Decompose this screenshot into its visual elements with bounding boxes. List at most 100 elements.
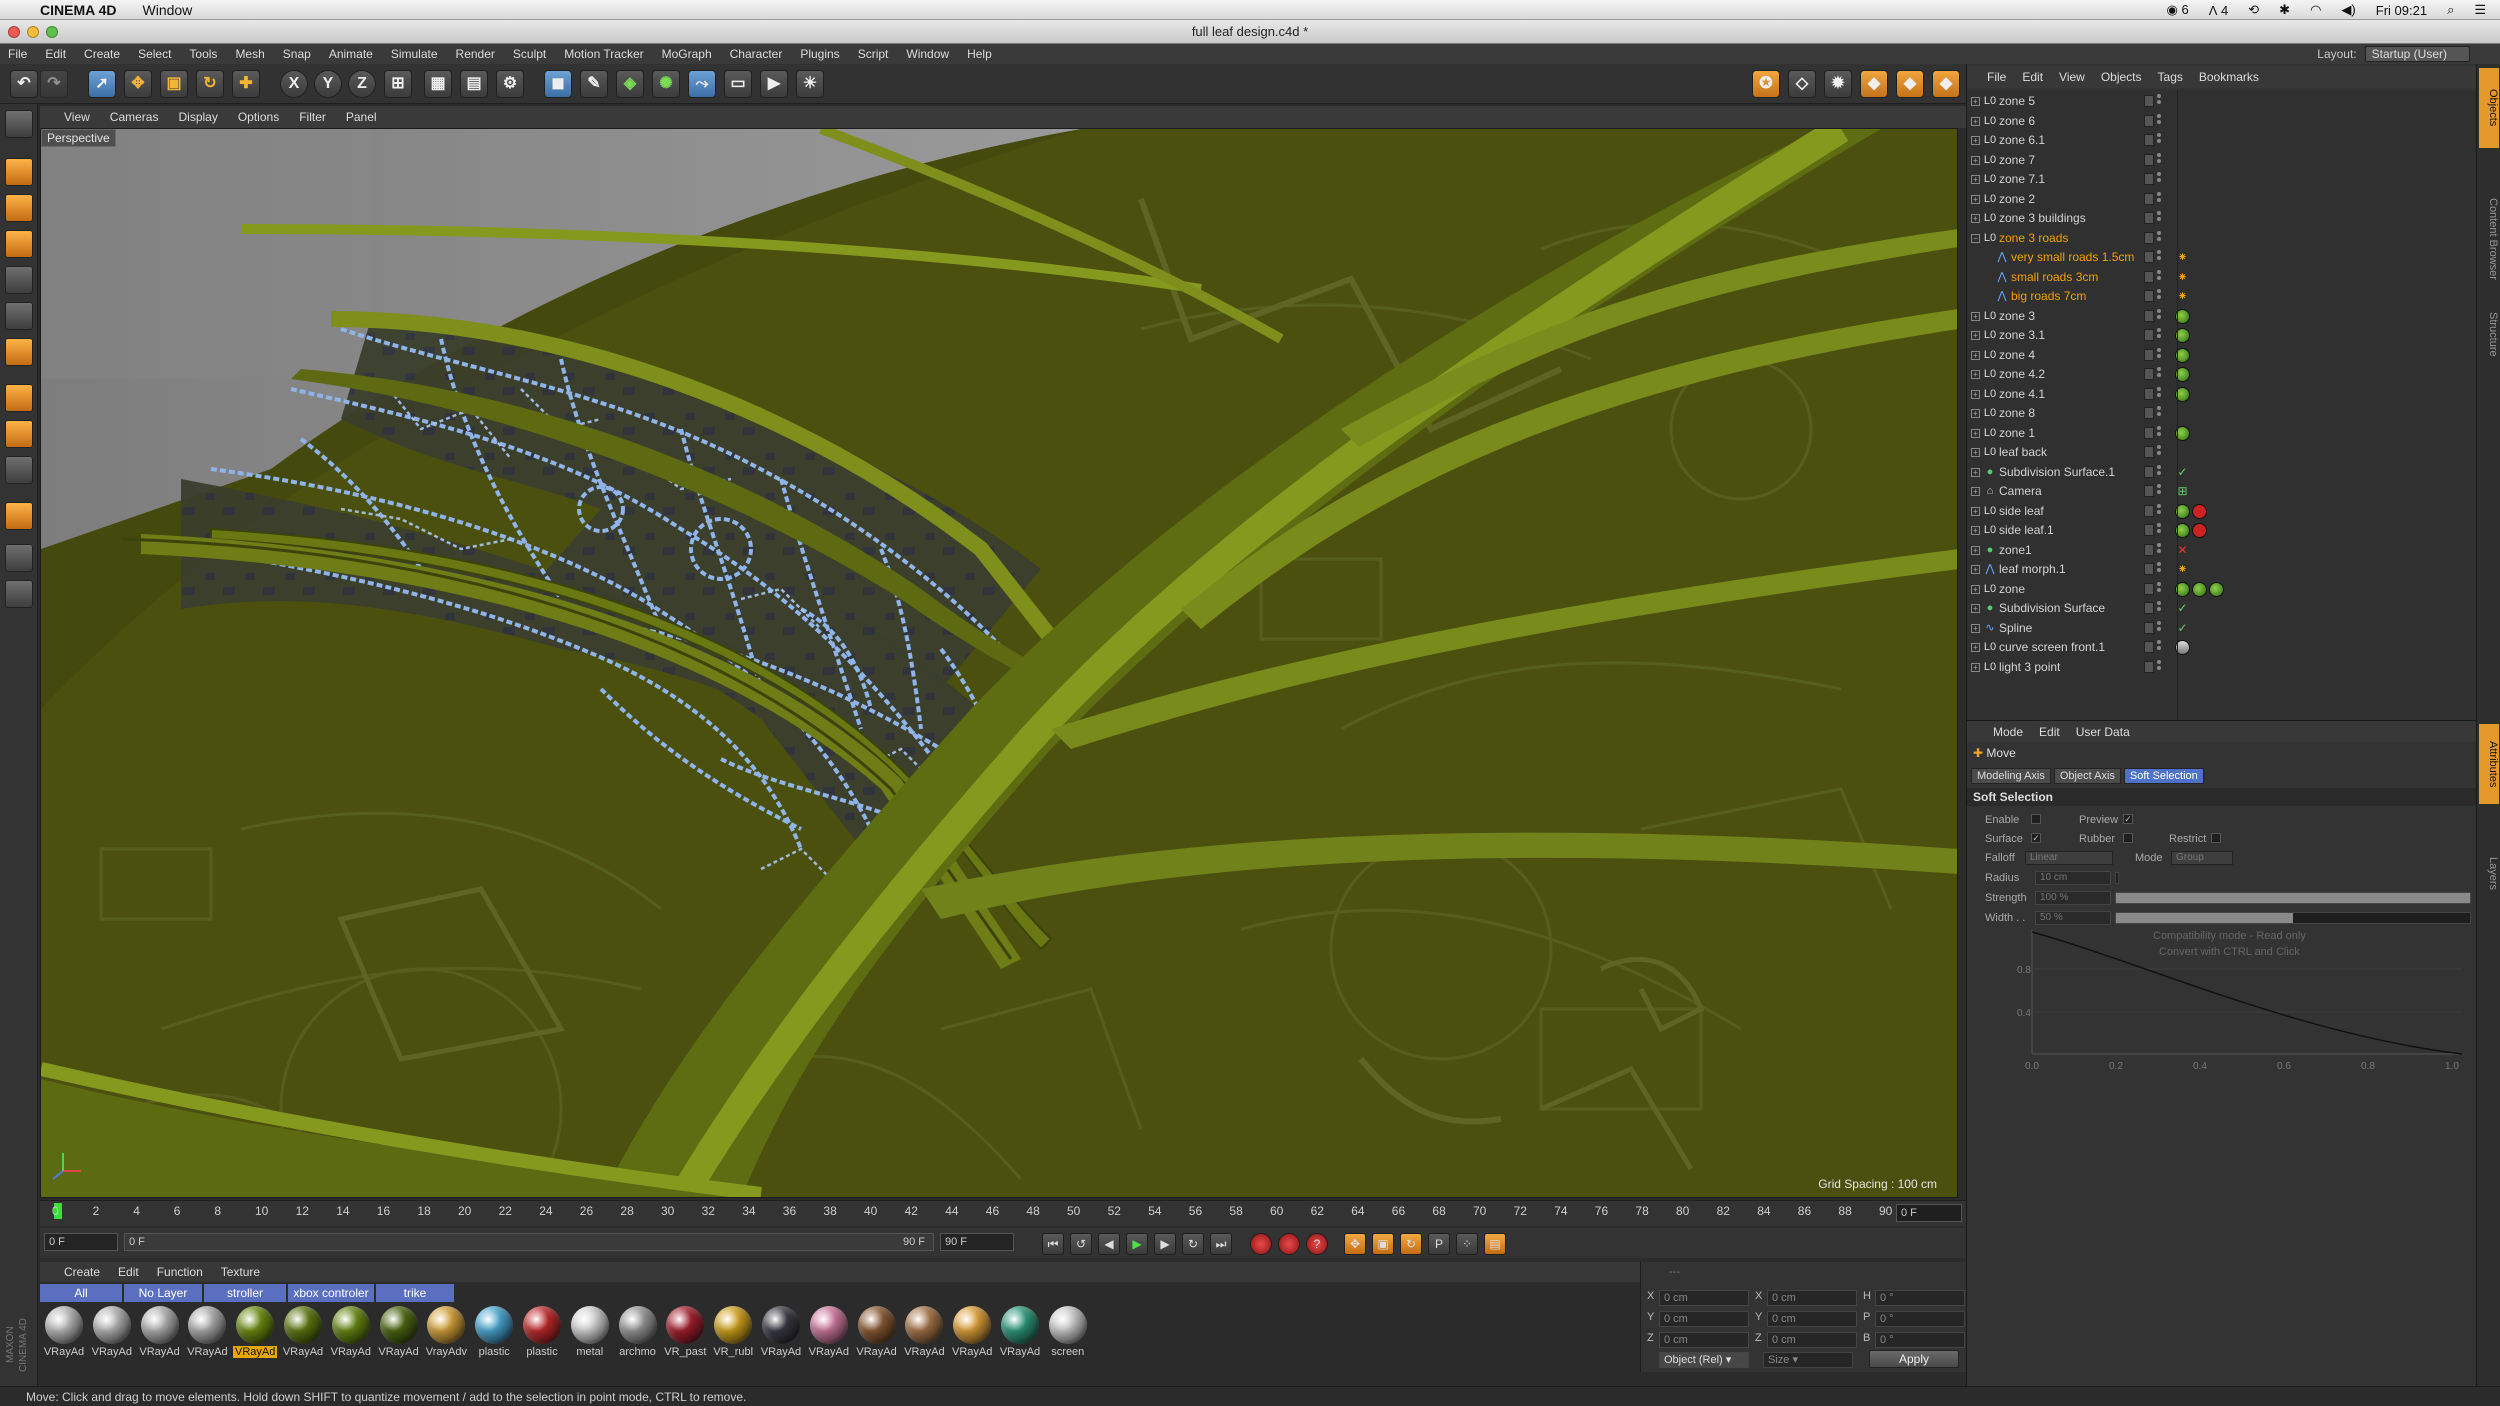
material-swatch[interactable]: metal — [568, 1306, 612, 1358]
editor-visibility-dot[interactable] — [2157, 347, 2161, 352]
material-swatch[interactable]: VRayAd — [281, 1306, 325, 1358]
timeline-window-icon[interactable]: ▤ — [1484, 1233, 1506, 1255]
material-swatch[interactable]: VRayAd — [950, 1306, 994, 1358]
visibility-dots[interactable] — [2157, 659, 2161, 674]
layer-checkbox[interactable] — [2144, 621, 2154, 634]
object-row[interactable]: + L0 zone 4 — [1967, 346, 2477, 365]
app-menu-item[interactable]: Sculpt — [513, 47, 546, 61]
layer-checkbox[interactable] — [2144, 212, 2154, 224]
object-menu-item[interactable]: File — [1987, 70, 2006, 84]
light-icon[interactable]: ☀ — [796, 70, 824, 98]
visibility-dots[interactable] — [2157, 230, 2161, 245]
render-visibility-dot[interactable] — [2157, 529, 2161, 533]
object-row[interactable]: + L0 zone 7.1 — [1967, 170, 2477, 189]
object-name[interactable]: big roads 7cm — [2011, 287, 2086, 306]
lock-workplane-icon[interactable] — [5, 544, 33, 572]
viewport-menu-item[interactable]: View — [64, 110, 90, 124]
status-badge-2[interactable]: Ʌ 4 — [2209, 3, 2229, 18]
layer-checkbox[interactable] — [2144, 290, 2154, 302]
editor-visibility-dot[interactable] — [2157, 133, 2161, 137]
texture-mode-icon[interactable] — [5, 194, 33, 222]
editor-visibility-dot[interactable] — [2157, 386, 2161, 391]
layer-checkbox[interactable] — [2144, 387, 2154, 400]
object-name[interactable]: Spline — [1999, 619, 2032, 638]
redo-icon[interactable]: ↷ — [40, 70, 68, 98]
render-visibility-dot[interactable] — [2157, 548, 2161, 553]
render-visibility-dot[interactable] — [2157, 275, 2161, 280]
material-swatch[interactable]: plastic — [520, 1306, 564, 1358]
tweak-mode-icon[interactable] — [5, 420, 33, 448]
material-swatch[interactable]: VRayAd — [807, 1306, 851, 1358]
render-visibility-dot[interactable] — [2157, 626, 2161, 631]
expand-toggle[interactable]: + — [1971, 194, 1980, 204]
layer-checkbox[interactable] — [2144, 309, 2154, 322]
render-visibility-dot[interactable] — [2157, 236, 2161, 241]
z-axis-lock-icon[interactable]: Z — [348, 70, 376, 98]
size-mode-dropdown[interactable]: Size ▾ — [1763, 1352, 1853, 1368]
object-name[interactable]: zone 2 — [1999, 190, 2035, 209]
layer-checkbox[interactable] — [2144, 543, 2154, 556]
visibility-dots[interactable] — [2157, 250, 2161, 264]
layer-checkbox[interactable] — [2144, 192, 2154, 205]
texture-tag-icon[interactable] — [2192, 523, 2207, 538]
object-row[interactable]: + L0 zone 6.1 — [1967, 131, 2477, 150]
object-name[interactable]: zone 4.2 — [1999, 365, 2045, 384]
restrict-checkbox[interactable] — [2211, 833, 2221, 843]
render-visibility-dot[interactable] — [2157, 587, 2161, 592]
layer-checkbox[interactable] — [2144, 446, 2154, 458]
size-field[interactable]: 0 cm — [1767, 1311, 1857, 1327]
editor-visibility-dot[interactable] — [2157, 425, 2161, 430]
render-visibility-dot[interactable] — [2157, 431, 2161, 436]
app-menu-item[interactable]: Create — [84, 47, 120, 61]
record-position-icon[interactable]: ✥ — [1344, 1233, 1366, 1255]
editor-visibility-dot[interactable] — [2157, 367, 2161, 371]
object-row[interactable]: + L0 zone 8 — [1967, 404, 2477, 423]
app-name-menu[interactable]: CINEMA 4D — [40, 2, 117, 18]
object-name[interactable]: small roads 3cm — [2011, 268, 2098, 287]
material-swatch[interactable]: VRayAd — [377, 1306, 421, 1358]
visibility-dots[interactable] — [2157, 113, 2161, 128]
volume-icon[interactable]: ◀) — [2341, 2, 2355, 18]
editor-visibility-dot[interactable] — [2157, 113, 2161, 118]
axis-mode-icon[interactable] — [5, 384, 33, 412]
visibility-dots[interactable] — [2157, 406, 2161, 420]
viewport-menu-item[interactable]: Display — [178, 110, 217, 124]
floor-icon[interactable]: ▭ — [724, 70, 752, 98]
editor-visibility-dot[interactable] — [2157, 503, 2161, 508]
visibility-dots[interactable] — [2157, 386, 2161, 401]
material-filter-tab[interactable]: No Layer — [124, 1284, 202, 1302]
material-filter-tab[interactable]: stroller — [204, 1284, 286, 1302]
app-menu-item[interactable]: Select — [138, 47, 171, 61]
points-mode-icon[interactable] — [5, 266, 33, 294]
editor-visibility-dot[interactable] — [2157, 250, 2161, 254]
mode-dropdown[interactable]: Group — [2171, 851, 2233, 865]
object-row[interactable]: + L0 zone 5 — [1967, 92, 2477, 111]
render-visibility-dot[interactable] — [2157, 373, 2161, 377]
visibility-dots[interactable] — [2157, 640, 2161, 654]
undo-icon[interactable]: ↶ — [10, 70, 38, 98]
layout-dropdown[interactable]: Startup (User) — [2364, 46, 2470, 62]
side-tab[interactable]: Structure — [2479, 304, 2499, 364]
visibility-dots[interactable] — [2157, 269, 2161, 284]
y-axis-lock-icon[interactable]: Y — [314, 70, 342, 98]
render-visibility-dot[interactable] — [2157, 256, 2161, 260]
object-row[interactable]: + ⋀ leaf morph.1 ⁕ — [1967, 560, 2477, 579]
app-menu-item[interactable]: Help — [967, 47, 992, 61]
render-visibility-dot[interactable] — [2157, 412, 2161, 416]
visibility-dots[interactable] — [2157, 211, 2161, 225]
expand-toggle[interactable]: + — [1971, 584, 1980, 594]
visibility-dots[interactable] — [2157, 328, 2161, 342]
material-swatch[interactable]: archmo — [616, 1306, 660, 1358]
render-visibility-dot[interactable] — [2157, 197, 2161, 202]
record-point-level-icon[interactable]: ⁘ — [1456, 1233, 1478, 1255]
rotate-tool-icon[interactable]: ↻ — [196, 70, 224, 98]
side-tab[interactable]: Content Browser — [2479, 184, 2499, 294]
object-name[interactable]: zone 3.1 — [1999, 326, 2045, 345]
expand-toggle[interactable]: + — [1971, 604, 1980, 613]
material-swatch[interactable]: VRayAd — [329, 1306, 373, 1358]
render-visibility-dot[interactable] — [2157, 568, 2161, 572]
material-swatch[interactable]: VrayAdv — [424, 1306, 468, 1358]
expand-toggle[interactable]: + — [1971, 136, 1980, 145]
object-name[interactable]: zone 3 roads — [1999, 229, 2068, 248]
app-menu-item[interactable]: Simulate — [391, 47, 438, 61]
